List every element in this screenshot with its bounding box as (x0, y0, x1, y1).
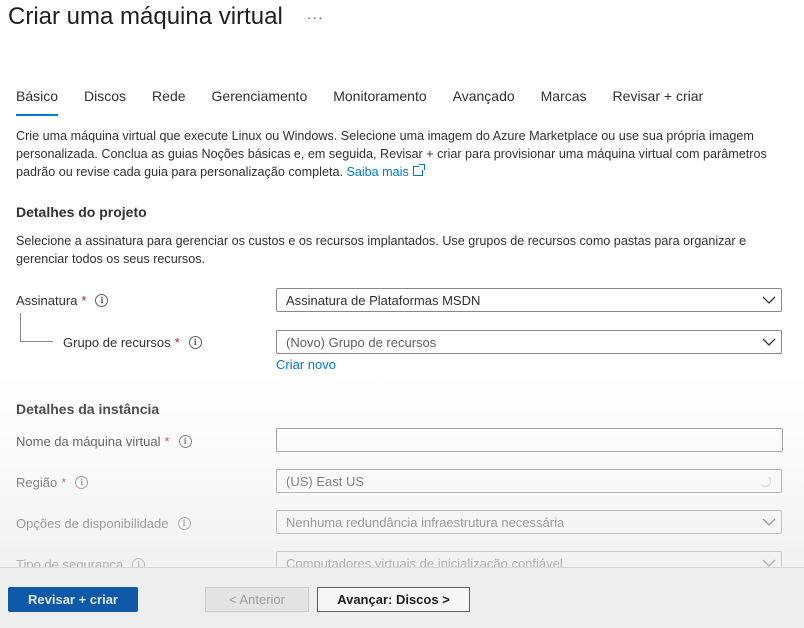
tab-bar: Básico Discos Rede Gerenciamento Monitor… (16, 86, 729, 116)
availability-label: Opções de disponibilidade i (16, 513, 191, 533)
info-icon[interactable]: i (178, 434, 192, 448)
resource-group-label-text: Grupo de recursos (63, 334, 171, 350)
tab-gerenciamento[interactable]: Gerenciamento (212, 86, 308, 116)
info-icon[interactable]: i (177, 516, 191, 530)
loading-spinner-icon (759, 475, 771, 487)
tab-basico[interactable]: Básico (16, 86, 59, 116)
region-label: Região * i (16, 472, 89, 492)
project-details-heading: Detalhes do projeto (16, 204, 147, 220)
subscription-label: Assinatura * i (16, 290, 109, 310)
create-new-resource-group-link[interactable]: Criar novo (276, 357, 336, 372)
subscription-select[interactable]: Assinatura de Plataformas MSDN (276, 288, 782, 312)
required-mark: * (164, 433, 170, 449)
required-mark: * (81, 292, 87, 308)
region-label-text: Região (16, 474, 58, 490)
tab-discos[interactable]: Discos (84, 86, 126, 116)
project-details-description: Selecione a assinatura para gerenciar os… (16, 234, 747, 266)
region-select[interactable]: (US) East US (276, 469, 782, 493)
availability-value: Nenhuma redundância infraestrutura neces… (286, 514, 565, 530)
previous-button[interactable]: < Anterior (205, 587, 309, 612)
resource-group-select[interactable]: (Novo) Grupo de recursos (276, 330, 782, 354)
tab-marcas[interactable]: Marcas (541, 86, 587, 116)
tab-avancado[interactable]: Avançado (453, 86, 515, 116)
region-value: (US) East US (286, 473, 365, 489)
tab-monitoramento[interactable]: Monitoramento (333, 86, 426, 116)
external-link-icon (412, 164, 425, 176)
required-mark: * (61, 474, 67, 490)
instance-details-heading: Detalhes da instância (16, 401, 160, 417)
vm-name-label-text: Nome da máquina virtual (16, 433, 161, 449)
chevron-down-icon (757, 515, 781, 529)
learn-more-label[interactable]: Saiba mais (346, 165, 408, 179)
subscription-value: Assinatura de Plataformas MSDN (286, 292, 481, 308)
chevron-down-icon (757, 335, 781, 349)
tab-rede[interactable]: Rede (152, 86, 185, 116)
availability-label-text: Opções de disponibilidade (16, 515, 169, 531)
required-mark: * (174, 334, 180, 350)
tab-revisar-criar[interactable]: Revisar + criar (613, 86, 704, 116)
subscription-label-text: Assinatura (16, 292, 78, 308)
info-icon[interactable]: i (95, 293, 109, 307)
availability-select[interactable]: Nenhuma redundância infraestrutura neces… (276, 510, 782, 534)
chevron-down-icon (757, 293, 781, 307)
info-icon[interactable]: i (188, 335, 202, 349)
tree-connector (20, 313, 53, 342)
vm-name-label: Nome da máquina virtual * i (16, 431, 192, 451)
intro-text: Crie uma máquina virtual que execute Lin… (16, 127, 786, 181)
resource-group-label: Grupo de recursos * i (63, 332, 202, 352)
review-create-button[interactable]: Revisar + criar (8, 587, 138, 612)
vm-name-input[interactable] (276, 428, 783, 452)
resource-group-placeholder: (Novo) Grupo de recursos (286, 334, 437, 350)
next-disks-button[interactable]: Avançar: Discos > (317, 587, 470, 612)
footer-bar: Revisar + criar < Anterior Avançar: Disc… (0, 567, 804, 628)
title-row: Criar uma máquina virtual ··· (8, 0, 324, 34)
more-options-icon[interactable]: ··· (307, 9, 324, 25)
learn-more-link[interactable]: Saiba mais (346, 164, 425, 179)
page-title: Criar uma máquina virtual (8, 3, 283, 30)
info-icon[interactable]: i (75, 475, 89, 489)
